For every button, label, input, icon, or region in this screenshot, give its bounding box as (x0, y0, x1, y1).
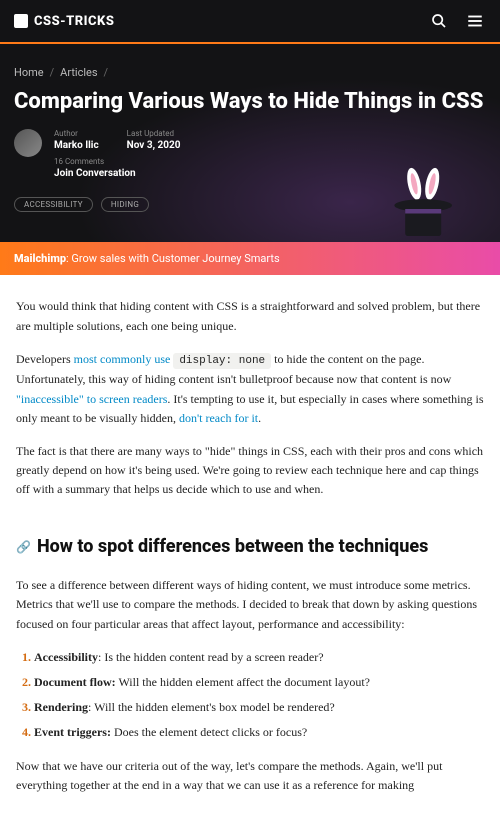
updated-label: Last Updated (127, 129, 181, 138)
link-dont-reach[interactable]: don't reach for it (179, 411, 258, 425)
sponsor-banner[interactable]: Mailchimp: Grow sales with Customer Jour… (0, 242, 500, 275)
anchor-link-icon[interactable]: 🔗 (16, 538, 31, 557)
paragraph: Now that we have our criteria out of the… (16, 757, 484, 795)
breadcrumb-sep: / (104, 66, 109, 79)
breadcrumb-articles[interactable]: Articles (60, 66, 97, 79)
topbar-actions (428, 10, 486, 32)
author-name[interactable]: Marko Ilic (54, 140, 99, 151)
article-body: You would think that hiding content with… (0, 275, 500, 830)
article-meta: Author Marko Ilic Last Updated Nov 3, 20… (14, 129, 486, 179)
updated-date: Nov 3, 2020 (127, 140, 181, 151)
list-item: Document flow: Will the hidden element a… (34, 673, 484, 692)
author-avatar[interactable] (14, 129, 42, 157)
tag-accessibility[interactable]: ACCESSIBILITY (14, 197, 93, 212)
paragraph: Developers most commonly use display: no… (16, 350, 484, 428)
sponsor-brand: Mailchimp (14, 252, 66, 265)
article-header: Home / Articles / Comparing Various Ways… (0, 44, 500, 242)
tag-list: ACCESSIBILITY HIDING (14, 197, 486, 212)
article-title: Comparing Various Ways to Hide Things in… (14, 89, 486, 115)
heading-row: 🔗 How to spot differences between the te… (16, 533, 484, 562)
paragraph: You would think that hiding content with… (16, 297, 484, 335)
link-most-commonly[interactable]: most commonly use (74, 352, 171, 366)
breadcrumb-sep: / (50, 66, 55, 79)
menu-icon[interactable] (464, 10, 486, 32)
criteria-list: Accessibility: Is the hidden content rea… (16, 648, 484, 743)
topbar: CSS-TRICKS (0, 0, 500, 44)
list-item: Event triggers: Does the element detect … (34, 723, 484, 742)
list-item: Rendering: Will the hidden element's box… (34, 698, 484, 717)
list-item: Accessibility: Is the hidden content rea… (34, 648, 484, 667)
site-name: CSS-TRICKS (34, 14, 114, 29)
paragraph: The fact is that there are many ways to … (16, 442, 484, 500)
breadcrumb: Home / Articles / (14, 66, 486, 79)
breadcrumb-home[interactable]: Home (14, 66, 44, 79)
search-icon[interactable] (428, 10, 450, 32)
code-display-none: display: none (173, 353, 271, 369)
author-label: Author (54, 129, 99, 138)
comments-count: 16 Comments (54, 157, 180, 166)
logo-mark-icon (14, 14, 28, 28)
site-logo[interactable]: CSS-TRICKS (14, 14, 114, 29)
sponsor-text: : Grow sales with Customer Journey Smart… (66, 252, 280, 265)
join-conversation-link[interactable]: Join Conversation (54, 168, 180, 179)
section-heading: How to spot differences between the tech… (37, 533, 428, 562)
paragraph: To see a difference between different wa… (16, 576, 484, 634)
link-inaccessible[interactable]: "inaccessible" to screen readers (16, 392, 167, 406)
tag-hiding[interactable]: HIDING (101, 197, 149, 212)
